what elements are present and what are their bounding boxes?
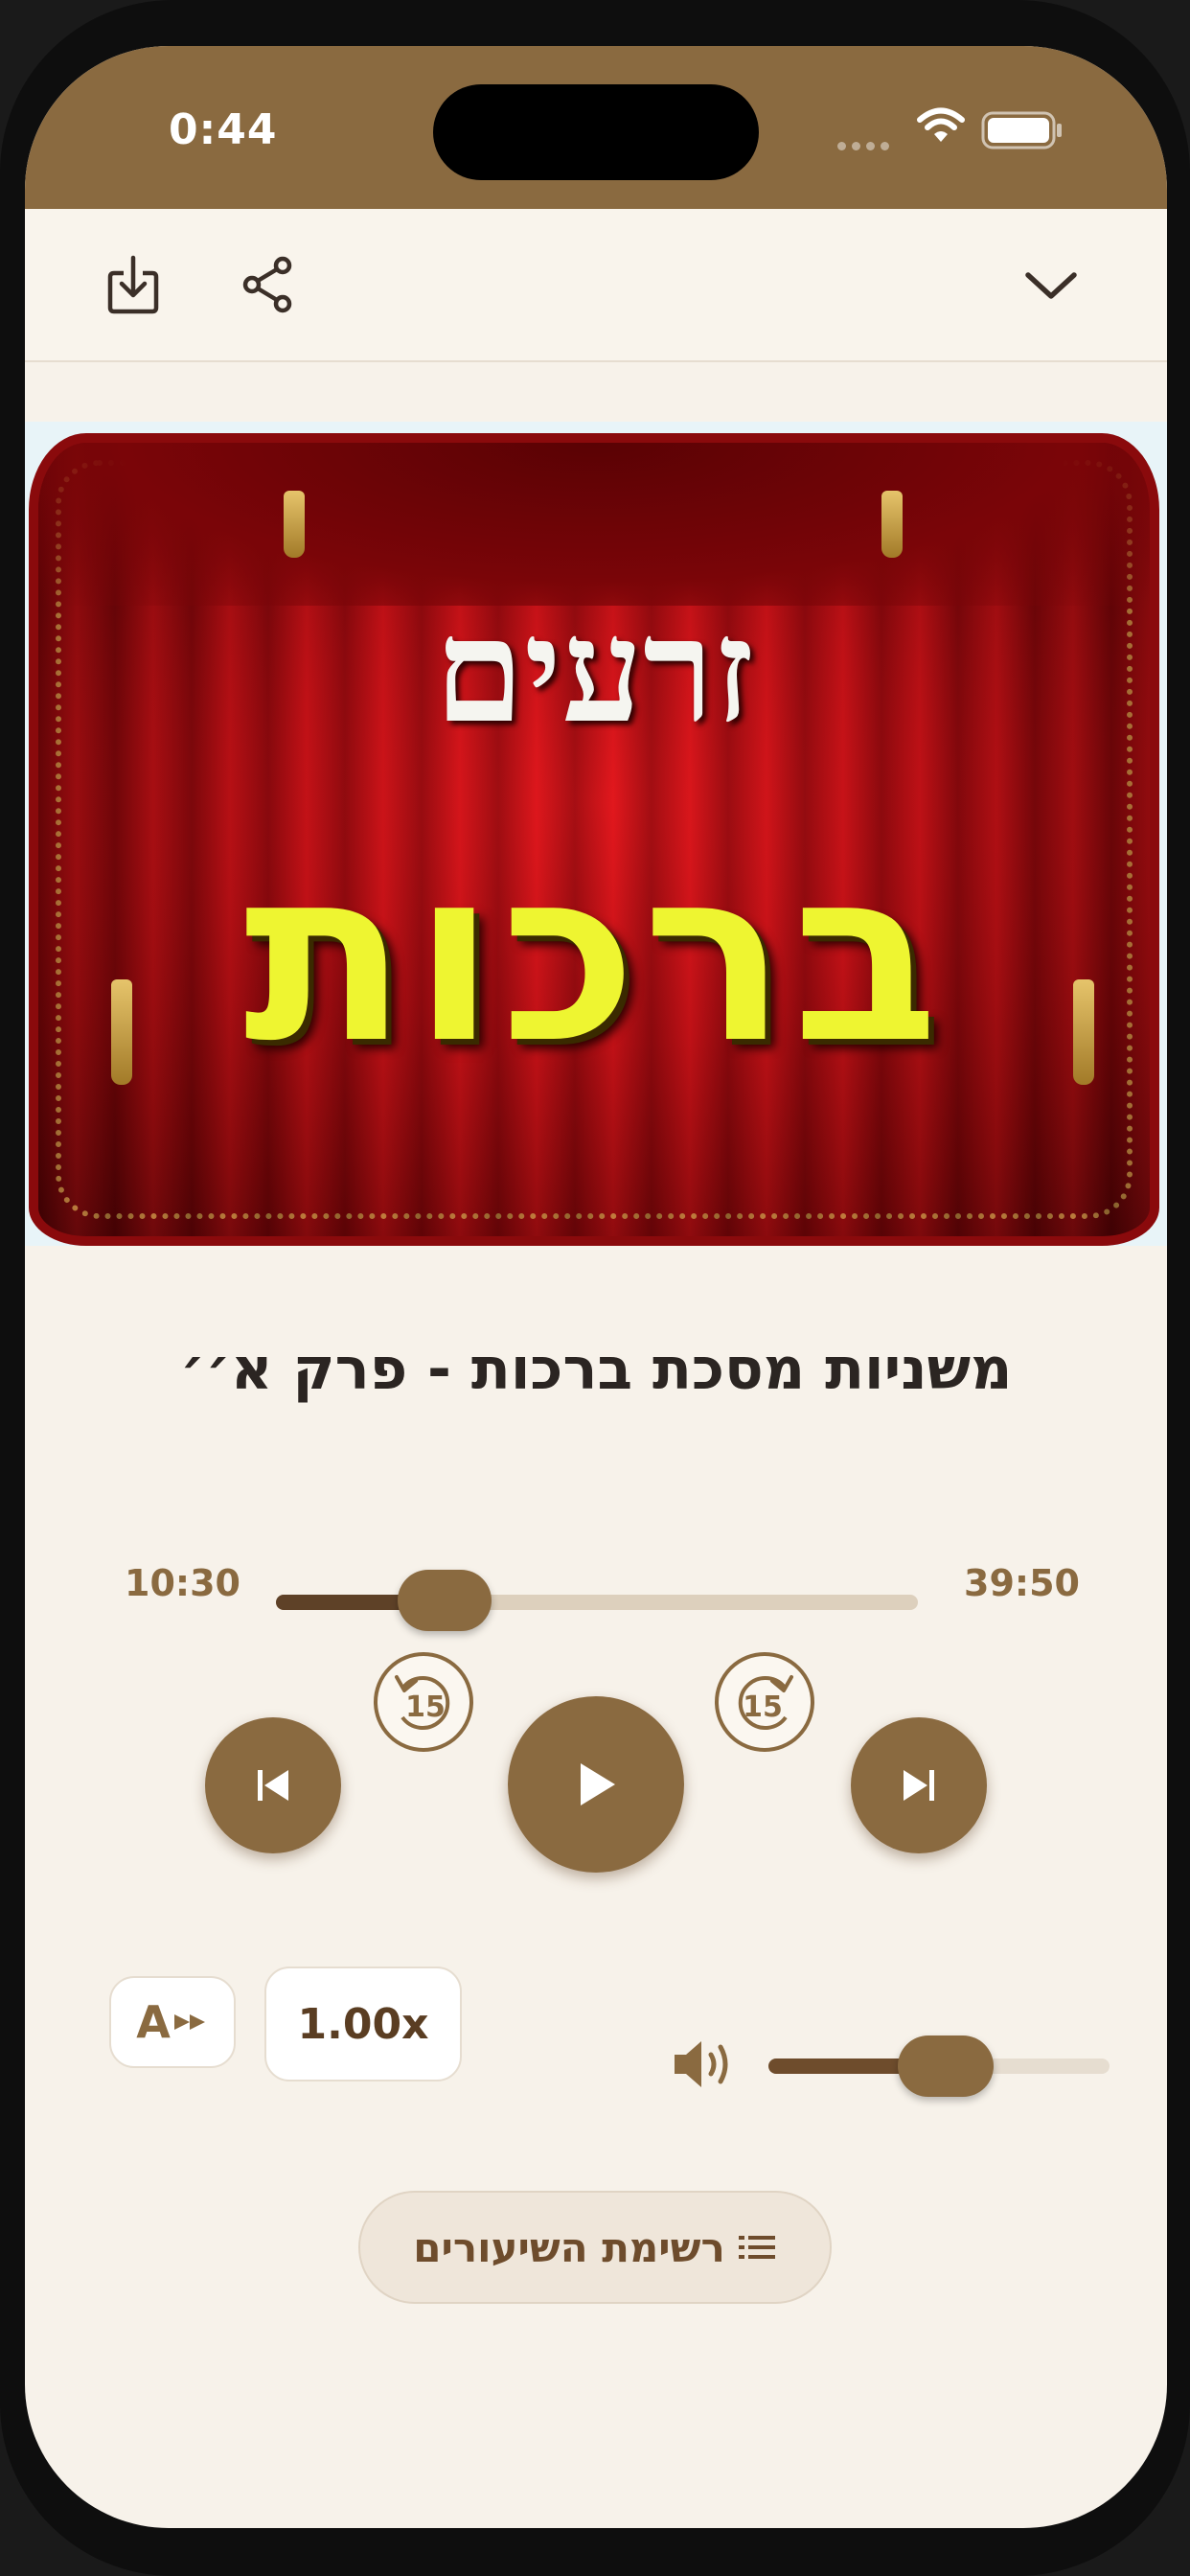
album-artwork: זרעים ברכות	[25, 422, 1167, 1246]
tassel	[881, 491, 903, 558]
track-title: משניות מסכת ברכות - פרק א׳׳	[179, 1336, 1013, 1403]
collapse-button[interactable]	[1018, 251, 1085, 318]
svg-text:15: 15	[405, 1690, 446, 1724]
elapsed-time: 10:30	[125, 1562, 240, 1604]
progress-slider[interactable]	[276, 1570, 918, 1631]
tassel	[284, 491, 305, 558]
playback-speed-label: 1.00x	[297, 1999, 429, 2049]
fast-forward-icon	[173, 2014, 205, 2030]
dynamic-island	[433, 84, 759, 180]
volume-slider[interactable]	[768, 2036, 1110, 2097]
forward-15-button[interactable]: 15	[715, 1652, 814, 1752]
download-button[interactable]	[100, 251, 167, 318]
skip-next-icon	[904, 1770, 934, 1801]
player-toolbar	[25, 209, 1167, 362]
artwork-subtitle: זרעים	[434, 586, 754, 755]
skip-previous-icon	[258, 1770, 288, 1801]
total-time: 39:50	[964, 1562, 1080, 1604]
download-icon	[107, 255, 159, 314]
volume-icon	[675, 2041, 728, 2087]
artwork-title: ברכות	[243, 816, 945, 1095]
playback-speed-button[interactable]: 1.00x	[264, 1966, 462, 2082]
auto-advance-label: A	[136, 1996, 171, 2048]
status-time: 0:44	[169, 105, 278, 154]
chevron-down-icon	[1025, 272, 1077, 299]
next-track-button[interactable]	[851, 1717, 987, 1853]
signal-icon	[837, 136, 895, 154]
share-button[interactable]	[234, 251, 301, 318]
auto-advance-button[interactable]: A	[109, 1976, 236, 2068]
forward-15-icon: 15	[738, 1675, 793, 1730]
rewind-15-button[interactable]: 15	[374, 1652, 473, 1752]
progress-thumb[interactable]	[397, 1570, 492, 1631]
lessons-list-label: רשימת השיעורים	[413, 2223, 725, 2271]
curtain-frame: זרעים ברכות	[29, 433, 1159, 1246]
rewind-15-icon: 15	[395, 1675, 450, 1730]
volume-thumb[interactable]	[898, 2036, 995, 2097]
wifi-icon	[917, 107, 965, 142]
play-icon	[581, 1763, 615, 1806]
svg-text:15: 15	[743, 1690, 783, 1724]
battery-icon	[981, 111, 1062, 150]
list-icon	[738, 2236, 775, 2259]
share-icon	[242, 256, 292, 313]
previous-track-button[interactable]	[205, 1717, 341, 1853]
player-screen: 0:44 זרעים ברכות משניות מסכת ברכות - פרק…	[25, 46, 1167, 2528]
status-bar: 0:44	[25, 46, 1167, 209]
play-button[interactable]	[508, 1696, 684, 1873]
lessons-list-button[interactable]: רשימת השיעורים	[358, 2191, 832, 2304]
